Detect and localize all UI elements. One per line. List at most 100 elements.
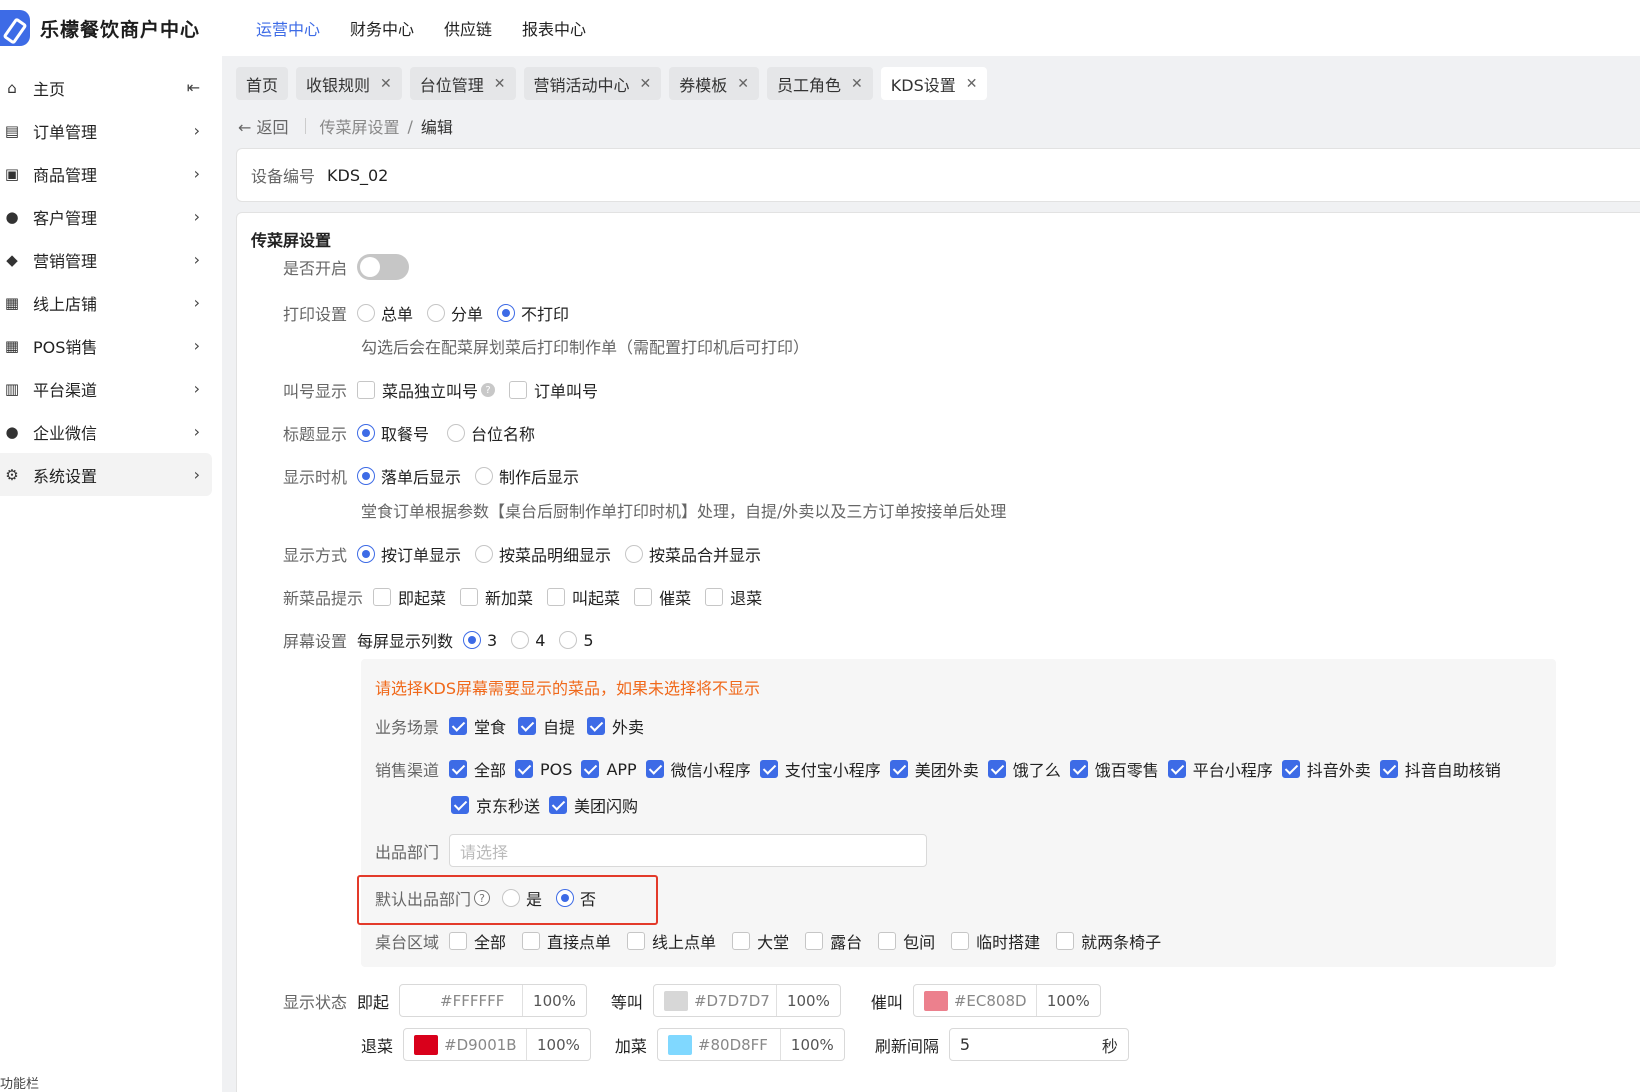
- newdish-option-immediate[interactable]: 即起菜: [373, 585, 446, 609]
- channel-option-jd[interactable]: 京东秒送: [451, 793, 540, 817]
- help-icon[interactable]: ?: [481, 383, 496, 397]
- sidebar-item-orders[interactable]: ▤ 订单管理 ›: [0, 109, 222, 152]
- option-label: 包间: [903, 933, 936, 952]
- sidebar-item-pos[interactable]: ▦ POS销售 ›: [0, 324, 222, 367]
- enable-toggle[interactable]: [357, 254, 410, 280]
- radio: [497, 304, 516, 322]
- channel-option-eleme[interactable]: 饿了么: [987, 757, 1061, 781]
- sidebar-item-label: POS销售: [33, 337, 98, 357]
- option-label: 大堂: [757, 933, 790, 952]
- channel-option-meituan[interactable]: 美团外卖: [889, 757, 979, 781]
- cols-option-3[interactable]: 3: [463, 631, 497, 650]
- color-swatch[interactable]: [923, 990, 948, 1011]
- close-icon[interactable]: ✕: [737, 76, 749, 92]
- area-option-hall[interactable]: 大堂: [732, 929, 789, 953]
- dept-select[interactable]: 请选择: [449, 834, 928, 867]
- area-option-direct[interactable]: 直接点单: [522, 929, 611, 953]
- color-swatch[interactable]: [414, 1034, 439, 1055]
- channel-option-douyin-self[interactable]: 抖音自助核销: [1379, 757, 1501, 781]
- breadcrumb-parent[interactable]: 传菜屏设置: [320, 114, 400, 138]
- channel-option-pos[interactable]: POS: [515, 760, 572, 779]
- tab-marketing-center[interactable]: 营销活动中心 ✕: [523, 67, 662, 100]
- area-option-temp[interactable]: 临时搭建: [951, 929, 1040, 953]
- print-option-none[interactable]: 不打印: [497, 301, 569, 325]
- close-icon[interactable]: ✕: [966, 76, 978, 92]
- option-label: POS: [540, 759, 573, 779]
- topnav-finance[interactable]: 财务中心: [350, 16, 414, 40]
- mode-option-detail[interactable]: 按菜品明细显示: [475, 542, 611, 566]
- channel-option-platform-mini[interactable]: 平台小程序: [1167, 757, 1273, 781]
- sidebar-item-online-store[interactable]: ▦ 线上店铺 ›: [0, 281, 222, 324]
- channel-option-all[interactable]: 全部: [449, 757, 506, 781]
- channel-option-app[interactable]: APP: [581, 760, 637, 779]
- timing-option-order[interactable]: 落单后显示: [357, 464, 461, 488]
- scene-option-dinein[interactable]: 堂食: [449, 714, 506, 738]
- sidebar-footer[interactable]: 功能栏: [0, 1073, 39, 1092]
- option-label: 台位名称: [471, 425, 536, 444]
- sidebar-item-wecom[interactable]: ● 企业微信 ›: [0, 410, 222, 453]
- area-option-all[interactable]: 全部: [449, 929, 506, 953]
- print-option-total[interactable]: 总单: [357, 301, 413, 325]
- tab-kds-settings[interactable]: KDS设置 ✕: [880, 67, 988, 100]
- topnav-supply[interactable]: 供应链: [444, 16, 492, 40]
- mode-option-merge[interactable]: 按菜品合并显示: [625, 542, 761, 566]
- channel-option-wechat[interactable]: 微信小程序: [645, 757, 751, 781]
- call-option-order[interactable]: 订单叫号: [509, 378, 598, 402]
- channel-option-alipay[interactable]: 支付宝小程序: [759, 757, 881, 781]
- tab-home[interactable]: 首页: [236, 67, 289, 100]
- refresh-input[interactable]: 5 秒: [948, 1028, 1129, 1061]
- call-option-dish[interactable]: 菜品独立叫号?: [357, 378, 503, 402]
- channel-option-douyin[interactable]: 抖音外卖: [1281, 757, 1371, 781]
- close-icon[interactable]: ✕: [380, 76, 392, 92]
- tab-coupon-template[interactable]: 券模板 ✕: [669, 67, 760, 100]
- area-option-terrace[interactable]: 露台: [805, 929, 862, 953]
- color-input-immediate[interactable]: #FFFFFF 100%: [399, 984, 587, 1017]
- close-icon[interactable]: ✕: [851, 76, 863, 92]
- option-label: 退菜: [730, 589, 763, 608]
- channel-option-meituan-flash[interactable]: 美团闪购: [549, 793, 638, 817]
- color-swatch[interactable]: [410, 990, 435, 1011]
- sidebar-item-products[interactable]: ▣ 商品管理 ›: [0, 152, 222, 195]
- cols-option-4[interactable]: 4: [511, 631, 545, 650]
- close-icon[interactable]: ✕: [494, 76, 506, 92]
- newdish-option-return[interactable]: 退菜: [705, 585, 762, 609]
- newdish-option-urge[interactable]: 催菜: [634, 585, 691, 609]
- topnav-ops[interactable]: 运营中心: [256, 16, 320, 40]
- tab-staff-roles[interactable]: 员工角色 ✕: [767, 67, 873, 100]
- title-option-pickup[interactable]: 取餐号: [357, 421, 429, 445]
- color-input-urge[interactable]: #EC808D 100%: [912, 984, 1101, 1017]
- chevron-right-icon: ›: [193, 121, 200, 140]
- area-option-online[interactable]: 线上点单: [627, 929, 716, 953]
- print-option-split[interactable]: 分单: [427, 301, 483, 325]
- area-option-private[interactable]: 包间: [878, 929, 935, 953]
- channel-option-ebai[interactable]: 饿百零售: [1069, 757, 1159, 781]
- sidebar-item-home[interactable]: ⌂ 主页 ⇤: [0, 66, 222, 109]
- back-button[interactable]: ← 返回: [238, 114, 289, 138]
- color-input-add[interactable]: #80D8FF 100%: [656, 1028, 845, 1061]
- area-option-chairs[interactable]: 就两条椅子: [1056, 929, 1161, 953]
- color-swatch[interactable]: [663, 990, 688, 1011]
- color-input-wait[interactable]: #D7D7D7 100%: [652, 984, 841, 1017]
- newdish-option-called[interactable]: 叫起菜: [547, 585, 620, 609]
- sidebar-item-marketing[interactable]: ◆ 营销管理 ›: [0, 238, 222, 281]
- color-input-return[interactable]: #D9001B 100%: [403, 1028, 591, 1061]
- topnav-report[interactable]: 报表中心: [522, 16, 586, 40]
- scene-option-delivery[interactable]: 外卖: [587, 714, 644, 738]
- tab-table-management[interactable]: 台位管理 ✕: [409, 67, 516, 100]
- newdish-option-added[interactable]: 新加菜: [460, 585, 533, 609]
- title-option-table[interactable]: 台位名称: [447, 421, 535, 445]
- color-opacity: 100%: [526, 1029, 590, 1060]
- cols-label: 每屏显示列数: [357, 632, 454, 651]
- scene-option-pickup[interactable]: 自提: [518, 714, 575, 738]
- cols-option-5[interactable]: 5: [559, 631, 594, 650]
- newdish-row: 新菜品提示 即起菜 新加菜 叫起菜 催菜 退菜: [283, 585, 776, 609]
- color-swatch[interactable]: [667, 1034, 692, 1055]
- sidebar-item-customers[interactable]: ● 客户管理 ›: [0, 195, 222, 238]
- collapse-sidebar-icon[interactable]: ⇤: [187, 78, 200, 97]
- sidebar-item-settings[interactable]: ⚙ 系统设置 ›: [0, 453, 212, 496]
- close-icon[interactable]: ✕: [640, 76, 652, 92]
- tab-cashier-rules[interactable]: 收银规则 ✕: [296, 67, 402, 100]
- sidebar-item-platform[interactable]: ▥ 平台渠道 ›: [0, 367, 222, 410]
- timing-option-cook[interactable]: 制作后显示: [475, 464, 579, 488]
- mode-option-order[interactable]: 按订单显示: [357, 542, 461, 566]
